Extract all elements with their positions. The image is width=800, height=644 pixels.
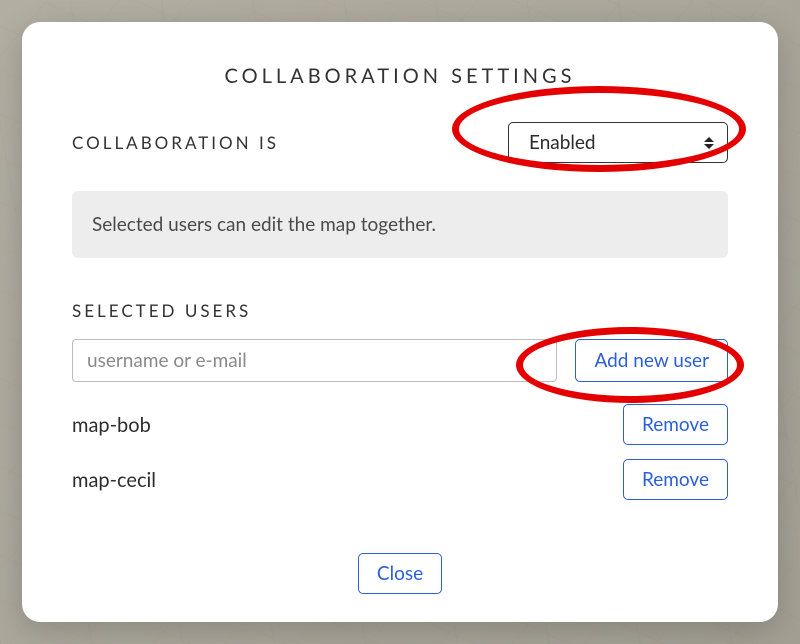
user-row: map-bob Remove <box>72 404 728 445</box>
collaboration-select[interactable]: Enabled <box>508 122 728 163</box>
close-button[interactable]: Close <box>358 553 442 594</box>
remove-user-button[interactable]: Remove <box>623 404 728 445</box>
modal-title: COLLABORATION SETTINGS <box>72 64 728 88</box>
collaboration-settings-modal: COLLABORATION SETTINGS COLLABORATION IS … <box>22 22 778 622</box>
collaboration-toggle-row: COLLABORATION IS Enabled <box>72 122 728 163</box>
add-user-row: Add new user <box>72 339 728 382</box>
remove-user-button[interactable]: Remove <box>623 459 728 500</box>
add-user-button[interactable]: Add new user <box>575 339 728 382</box>
collaboration-select-wrap: Enabled <box>508 122 728 163</box>
username-input[interactable] <box>72 339 557 382</box>
user-name: map-bob <box>72 413 151 437</box>
user-name: map-cecil <box>72 468 156 492</box>
user-row: map-cecil Remove <box>72 459 728 500</box>
info-banner: Selected users can edit the map together… <box>72 191 728 258</box>
collaboration-label: COLLABORATION IS <box>72 132 279 153</box>
selected-users-label: SELECTED USERS <box>72 300 728 321</box>
modal-footer: Close <box>72 541 728 594</box>
